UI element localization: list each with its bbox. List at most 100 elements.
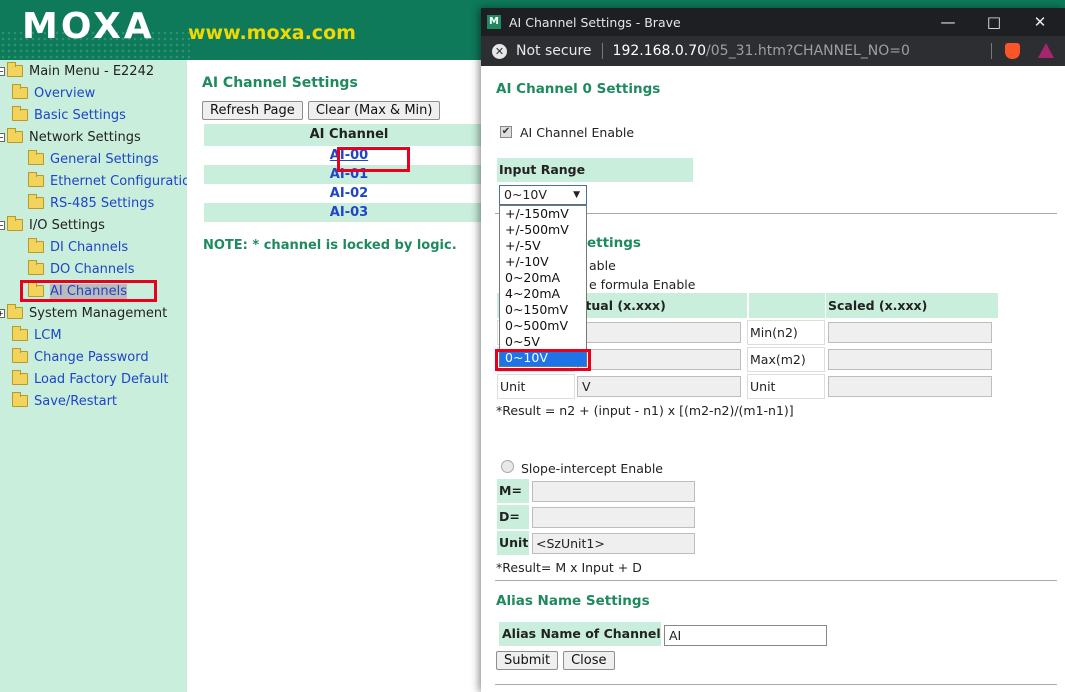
slope-result-formula: *Result= M x Input + D — [496, 560, 642, 575]
submit-button[interactable]: Submit — [496, 651, 559, 670]
input-range-option[interactable]: 4~20mA — [500, 286, 586, 302]
input-range-option[interactable]: +/-500mV — [500, 222, 586, 238]
scaled-min-input[interactable] — [828, 322, 992, 343]
brave-rewards-icon[interactable] — [1038, 43, 1054, 58]
min-n2-label: Min(n2) — [747, 320, 825, 345]
tree-item[interactable]: − I/O Settings — [0, 215, 105, 235]
input-range-option[interactable]: 0~20mA — [500, 270, 586, 286]
tree-item-label: Save/Restart — [34, 393, 118, 409]
moxa-url: www.moxa.com — [188, 22, 356, 44]
refresh-page-button[interactable]: Refresh Page — [202, 101, 303, 120]
address-separator — [601, 43, 603, 59]
ai-channel-link[interactable]: AI-03 — [330, 205, 368, 220]
channel-settings-page: AI Channel 0 Settings ✔ AI Channel Enabl… — [481, 66, 1065, 692]
tree-item[interactable]: DO Channels — [28, 259, 135, 279]
ai-channel-link[interactable]: AI-02 — [330, 186, 368, 201]
maximize-icon[interactable]: □ — [971, 8, 1017, 36]
scaled-unit-input[interactable] — [828, 376, 992, 397]
tree-item[interactable]: DI Channels — [28, 237, 128, 257]
tree-item[interactable]: Load Factory Default — [12, 369, 168, 389]
folder-icon — [7, 216, 23, 231]
slope-intercept-radio[interactable] — [501, 460, 514, 473]
window-titlebar: M AI Channel Settings - Brave — □ ✕ — [481, 8, 1065, 36]
max-m2-label: Max(m2) — [747, 347, 825, 372]
divider — [495, 684, 1057, 685]
tree-item[interactable]: Save/Restart — [12, 391, 117, 411]
slope-intercept-label: Slope-intercept Enable — [521, 461, 663, 476]
tree-item-label: Main Menu - E2242 — [29, 63, 155, 79]
highlight-ai-00-link — [337, 147, 410, 172]
brave-shields-icon[interactable] — [1005, 43, 1020, 59]
actual-max-input[interactable] — [577, 349, 741, 370]
input-range-option[interactable]: +/-150mV — [500, 206, 586, 222]
tree-item[interactable]: − Network Settings — [0, 127, 141, 147]
tree-item[interactable]: General Settings — [28, 149, 159, 169]
popup-browser-window: M AI Channel Settings - Brave — □ ✕ ✕ No… — [481, 8, 1065, 692]
scaling-enable-label: able — [589, 258, 616, 273]
not-secure-label: Not secure — [516, 43, 592, 59]
url-host: 192.168.0.70 — [612, 43, 707, 59]
alias-name-input[interactable]: AI — [664, 625, 827, 646]
tree-item[interactable]: Basic Settings — [12, 105, 126, 125]
tree-item[interactable]: Ethernet Configuration — [28, 171, 187, 191]
collapse-icon[interactable]: − — [0, 66, 5, 76]
input-range-option[interactable]: +/-5V — [500, 238, 586, 254]
highlight-0-10v-option — [495, 349, 591, 371]
slope-unit-label: Unit — [497, 531, 529, 555]
close-button[interactable]: Close — [563, 651, 615, 670]
tree-item[interactable]: + System Management — [0, 303, 167, 323]
tree-item-label: DO Channels — [50, 261, 135, 277]
folder-icon — [12, 392, 28, 407]
unit-label: Unit — [497, 374, 575, 399]
tree-item[interactable]: RS-485 Settings — [28, 193, 154, 213]
tree-item-label: RS-485 Settings — [50, 195, 155, 211]
d-label: D= — [497, 505, 529, 529]
actual-min-input[interactable] — [577, 322, 741, 343]
clear-max-min-button[interactable]: Clear (Max & Min) — [307, 101, 441, 120]
scaling-formula-enable-label: e formula Enable — [589, 277, 696, 292]
window-title: AI Channel Settings - Brave — [509, 14, 681, 30]
ai-channel-table: AI Channel AI-00 AI-01 AI-02 AI-03 — [204, 124, 494, 222]
collapse-icon[interactable]: − — [0, 220, 5, 230]
folder-icon — [12, 348, 28, 363]
tree-item-label: System Management — [29, 305, 168, 321]
tree-item[interactable]: − Main Menu - E2242 — [0, 61, 154, 81]
expand-icon[interactable]: + — [0, 308, 5, 318]
ai-channel-enable-checkbox[interactable]: ✔ — [500, 126, 512, 138]
folder-icon — [12, 84, 28, 99]
tree-item[interactable]: Overview — [12, 83, 95, 103]
tree-item[interactable]: Change Password — [12, 347, 149, 367]
actual-unit-input[interactable]: V — [577, 376, 741, 397]
input-range-select[interactable]: 0~10V ▼ — [499, 185, 587, 205]
highlight-ai-channels-nav — [20, 280, 157, 302]
input-range-option[interactable]: 0~5V — [500, 334, 586, 350]
tree-item-label: I/O Settings — [29, 217, 105, 233]
left-navigation-tree: − Main Menu - E2242 Overview Basic Settings… — [0, 60, 187, 692]
tree-item-label: Ethernet Configuration — [50, 173, 187, 189]
d-input[interactable] — [532, 507, 695, 528]
scaled-header: Scaled (x.xxx) — [826, 293, 998, 318]
m-input[interactable] — [532, 481, 695, 502]
ai-channel-enable-label: AI Channel Enable — [520, 125, 635, 140]
scaled-max-input[interactable] — [828, 349, 992, 370]
slope-unit-input[interactable]: <SzUnit1> — [532, 533, 695, 554]
minimize-icon[interactable]: — — [925, 8, 971, 36]
collapse-icon[interactable]: − — [0, 132, 5, 142]
address-bar[interactable]: ✕ Not secure 192.168.0.70/05_31.htm?CHAN… — [481, 36, 1065, 66]
alias-settings-title: Alias Name Settings — [496, 593, 650, 609]
tree-item-label: Change Password — [34, 349, 149, 365]
scaling-result-formula: *Result = n2 + (input - n1) x [(m2-n2)/(… — [496, 403, 794, 418]
tree-item[interactable]: LCM — [12, 325, 62, 345]
actual-header-label: ctual (x.xxx) — [578, 298, 666, 313]
page-title: AI Channel Settings — [202, 75, 358, 91]
moxa-logo: MOXA — [22, 6, 155, 47]
folder-icon — [12, 326, 28, 341]
close-window-icon[interactable]: ✕ — [1017, 8, 1063, 36]
folder-icon — [28, 172, 44, 187]
ai-channel-table-header: AI Channel — [204, 124, 494, 146]
input-range-option[interactable]: +/-10V — [500, 254, 586, 270]
moxa-favicon-icon: M — [487, 15, 501, 29]
input-range-option[interactable]: 0~500mV — [500, 318, 586, 334]
input-range-option[interactable]: 0~150mV — [500, 302, 586, 318]
folder-icon — [7, 128, 23, 143]
